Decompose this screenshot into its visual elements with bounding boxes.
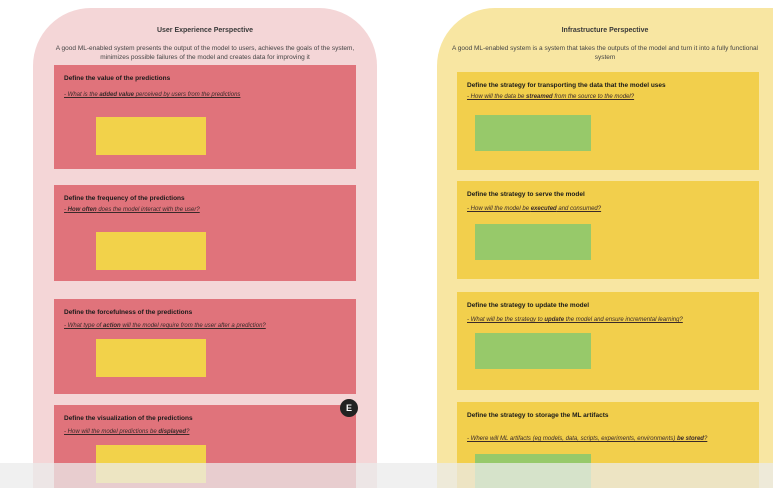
card-question: - How will the model predictions be disp…: [64, 429, 190, 435]
card-title: Define the strategy for transporting the…: [467, 82, 666, 89]
sticky-note[interactable]: [475, 224, 591, 260]
card-title: Define the value of the predictions: [64, 75, 171, 82]
ux-column-description: A good ML-enabled system presents the ou…: [55, 45, 355, 61]
infra-column-title: Infrastructure Perspective: [561, 27, 649, 34]
card-question: - How will the data be streamed from the…: [467, 94, 635, 100]
card-data-transport[interactable]: Define the strategy for transporting the…: [457, 72, 759, 170]
card-value-predictions[interactable]: Define the value of the predictions - Wh…: [54, 65, 356, 169]
card-question: - How will the model be executed and con…: [467, 206, 602, 212]
user-avatar-badge[interactable]: E: [340, 399, 358, 417]
user-experience-column: User Experience Perspective A good ML-en…: [33, 8, 377, 488]
card-question: - How often does the model interact with…: [64, 207, 200, 213]
sticky-note[interactable]: [96, 117, 206, 155]
card-forcefulness-predictions[interactable]: Define the forcefulness of the predictio…: [54, 299, 356, 394]
infra-column-description: A good ML-enabled system is a system tha…: [451, 45, 759, 61]
sticky-note[interactable]: [475, 115, 591, 151]
card-title: Define the strategy to storage the ML ar…: [467, 412, 609, 419]
sticky-note[interactable]: [475, 333, 591, 369]
card-title: Define the strategy to update the model: [467, 302, 590, 309]
card-frequency-predictions[interactable]: Define the frequency of the predictions …: [54, 185, 356, 281]
infrastructure-column: Infrastructure Perspective A good ML-ena…: [437, 8, 773, 488]
card-update-model[interactable]: Define the strategy to update the model …: [457, 292, 759, 390]
card-serve-model[interactable]: Define the strategy to serve the model -…: [457, 181, 759, 279]
card-title: Define the visualization of the predicti…: [64, 415, 193, 422]
card-question: - What type of action will the model req…: [64, 323, 266, 329]
card-title: Define the forcefulness of the predictio…: [64, 309, 193, 316]
sticky-note[interactable]: [96, 232, 206, 270]
card-question: - What is the added value perceived by u…: [64, 92, 241, 98]
ux-column-title: User Experience Perspective: [156, 27, 254, 34]
card-title: Define the frequency of the predictions: [64, 195, 185, 202]
card-question: - What will be the strategy to update th…: [467, 317, 683, 323]
card-title: Define the strategy to serve the model: [467, 191, 585, 198]
bottom-toolbar-overlay: [0, 463, 773, 488]
sticky-note[interactable]: [96, 339, 206, 377]
card-question: - Where will ML artifacts (eg models, da…: [467, 436, 708, 442]
